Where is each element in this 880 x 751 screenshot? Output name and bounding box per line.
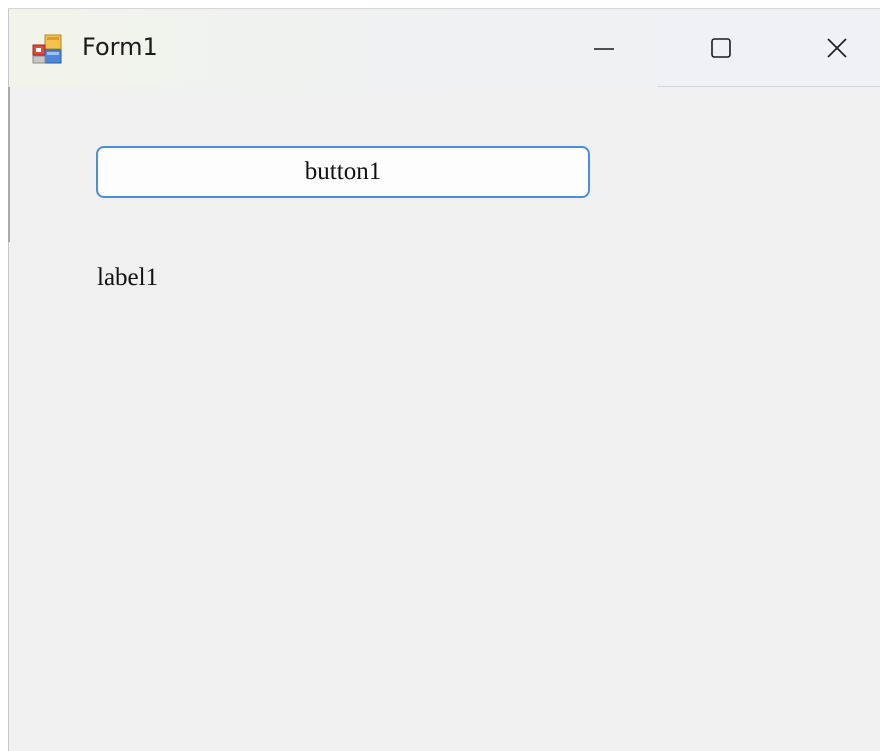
minimize-icon (593, 37, 615, 59)
minimize-button[interactable] (554, 9, 654, 87)
window-edge-accent (8, 87, 10, 242)
close-button[interactable] (787, 9, 880, 87)
form1-window: Form1 button1 label1 (8, 8, 880, 751)
title-bar[interactable]: Form1 (9, 9, 880, 87)
titlebar-divider (657, 86, 880, 87)
maximize-icon (710, 37, 732, 59)
app-icon (31, 33, 63, 65)
close-icon (826, 37, 848, 59)
label1: label1 (97, 264, 159, 291)
maximize-button[interactable] (671, 9, 771, 87)
window-title: Form1 (82, 33, 158, 61)
button1[interactable]: button1 (96, 146, 590, 198)
